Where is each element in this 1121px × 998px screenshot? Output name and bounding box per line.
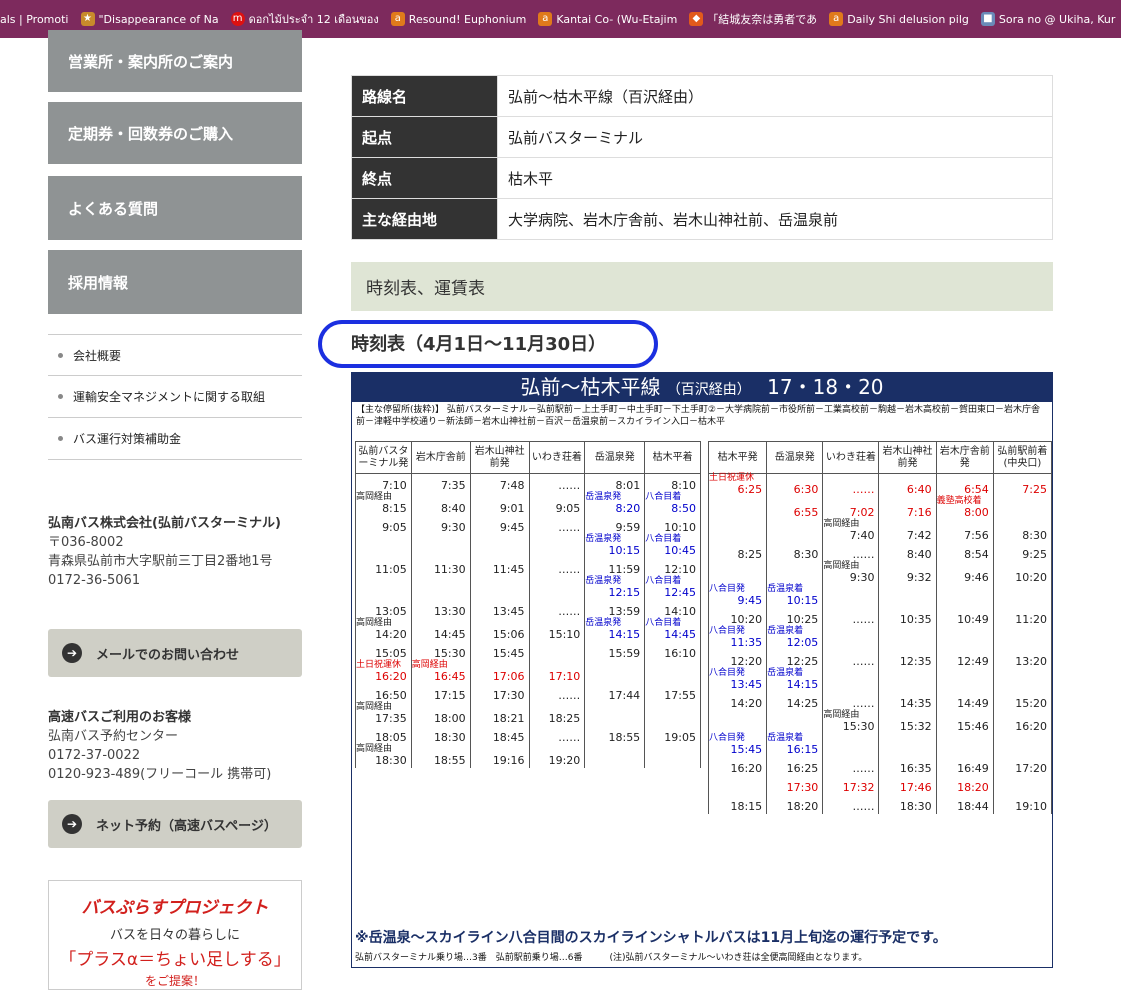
company-tel: 0172-36-5061 — [48, 573, 141, 588]
route-via: （百沢経由） — [666, 382, 751, 398]
bullet-icon — [58, 352, 63, 358]
table-row: 主な経由地 大学病院、岩木庁舎前、岩木山神社前、岳温泉前 — [351, 198, 1053, 240]
header-row: 枯木平発 岳温泉発 いわき荘着 岩木山神社前発 岩木庁舎前発 弘前駅前着(中央口… — [707, 441, 1053, 474]
route-name: 弘前～枯木平線 — [520, 375, 661, 399]
col-header: 弘前駅前着(中央口) — [992, 441, 1053, 474]
stops-list: 【主な停留所(抜粋)】 弘前バスターミナル－弘前駅前－上土手町－中土手町－下土手… — [356, 405, 1040, 427]
sidebar-button-label: 営業所・案内所のご案内 — [68, 52, 234, 71]
header-row: 弘前バスターミナル発 岩木庁舎前 岩木山神社前発 いわき荘着 岳温泉発 枯木平着 — [355, 441, 701, 474]
banner-title: バスぷらすプロジェクト — [81, 898, 269, 918]
col-header: 岩木山神社前発 — [469, 441, 530, 474]
table-row: 終点 枯木平 — [351, 157, 1053, 199]
banner-line1: バスを日々の暮らしに — [109, 928, 240, 943]
bookmark-item[interactable]: ★ "Disappearance of Na — [80, 12, 219, 26]
sidebar-button-office[interactable]: 営業所・案内所のご案内 — [48, 30, 302, 92]
link-label: バス運行対策補助金 — [73, 432, 182, 446]
highway-info: 高速バスご利用のお客様 弘南バス予約センター 0172-37-0022 0120… — [48, 708, 308, 784]
section-title: 時刻表、運賃表 — [366, 279, 485, 299]
col-header: 岳温泉発 — [766, 441, 824, 474]
row-header: 路線名 — [351, 75, 498, 117]
col-header: 岩木庁舎前発 — [935, 441, 994, 474]
table-row: 路線名 弘前～枯木平線（百沢経由） — [351, 75, 1053, 117]
bookmark-item[interactable]: a Kantai Co- (Wu-Etajim — [538, 12, 677, 26]
company-name: 弘南バス株式会社(弘前バスターミナル) — [48, 516, 281, 531]
link-label: 運輸安全マネジメントに関する取組 — [73, 390, 266, 404]
sidebar-links: 会社概要 運輸安全マネジメントに関する取組 バス運行対策補助金 — [48, 334, 302, 460]
row-value: 弘前～枯木平線（百沢経由） — [497, 75, 1053, 117]
bullet-icon — [58, 394, 63, 399]
sidebar-button-label: よくある質問 — [68, 199, 159, 218]
link-label: 会社概要 — [73, 348, 122, 363]
bookmark-item[interactable]: a Resound! Euphonium — [390, 12, 526, 26]
route-info-table: 路線名 弘前～枯木平線（百沢経由） 起点 弘前バスターミナル 終点 枯木平 主な経由地… — [351, 75, 1053, 240]
col-header: 岩木山神社前発 — [878, 441, 937, 474]
col-header: いわき荘着 — [528, 441, 586, 474]
arrow-right-icon: ➔ — [62, 814, 82, 834]
highlight-circle — [318, 320, 658, 368]
bus-plus-banner[interactable]: バスぷらすプロジェクト バスを日々の暮らしに 「プラスα＝ちょい足しする」 をご… — [48, 880, 302, 990]
banner-line2: 「プラスα＝ちょい足しする」 — [59, 950, 291, 970]
sidebar-button-faq[interactable]: よくある質問 — [48, 176, 302, 240]
col-header: 枯木平着 — [644, 441, 701, 474]
col-header: いわき荘着 — [822, 441, 880, 474]
row-header: 起点 — [351, 116, 498, 158]
row-header: 主な経由地 — [351, 198, 498, 240]
sidebar-link-subsidy[interactable]: バス運行対策補助金 — [48, 418, 302, 460]
sidebar-button-label: 採用情報 — [68, 273, 129, 292]
bookmark-item[interactable]: a Daily Shi delusion pilg — [829, 12, 969, 26]
boarding-note: 弘前バスターミナル乗り場…3番 弘前駅前乗り場…6番 (注)弘前バスターミナル～… — [355, 953, 868, 963]
route-numbers: 17・18・20 — [767, 375, 884, 399]
bookmark-icon: a — [829, 12, 844, 26]
sidebar-button-recruit[interactable]: 採用情報 — [48, 250, 302, 314]
sidebar-button-pass[interactable]: 定期券・回数券のご購入 — [48, 102, 302, 164]
section-header: 時刻表、運賃表 — [351, 262, 1053, 311]
sidebar-button-label: 定期券・回数券のご購入 — [68, 124, 234, 143]
bookmark-icon: a — [538, 12, 553, 26]
bookmark-item[interactable]: ■ Sora no @ Ukiha, Kur — [980, 12, 1115, 26]
timetable-outbound: 弘前バスターミナル発 岩木庁舎前 岩木山神社前発 いわき荘着 岳温泉発 枯木平着… — [355, 441, 701, 768]
highway-tel2: 0120-923-489(フリーコール 携帯可) — [48, 767, 272, 782]
highway-title: 高速バスご利用のお客様 — [48, 710, 192, 725]
bookmark-icon: m — [230, 12, 245, 26]
company-address: 青森県弘前市大字駅前三丁目2番地1号 — [48, 554, 273, 569]
bookmark-icon: ★ — [80, 12, 95, 26]
sidebar-link-safety[interactable]: 運輸安全マネジメントに関する取組 — [48, 376, 302, 418]
bookmark-icon: a — [390, 12, 405, 26]
button-label: ネット予約（高速バスページ） — [96, 818, 277, 834]
button-label: メールでのお問い合わせ — [96, 647, 240, 663]
col-header: 岳温泉発 — [584, 441, 646, 474]
row-header: 終点 — [351, 157, 498, 199]
bullet-icon — [58, 436, 63, 441]
banner-line3: をご提案！ — [144, 974, 205, 988]
col-header: 弘前バスターミナル発 — [355, 441, 412, 474]
timetable: 弘前～枯木平線 （百沢経由） 17・18・20 【主な停留所(抜粋)】 弘前バス… — [351, 372, 1053, 968]
table-row: 起点 弘前バスターミナル — [351, 116, 1053, 158]
timetable-header: 弘前～枯木平線 （百沢経由） 17・18・20 — [352, 373, 1052, 402]
pin-icon: ◆ — [689, 12, 704, 26]
col-header: 枯木平発 — [707, 441, 768, 474]
company-info: 弘南バス株式会社(弘前バスターミナル) 〒036-8002 青森県弘前市大字駅前… — [48, 514, 302, 590]
mail-contact-button[interactable]: ➔ メールでのお問い合わせ — [48, 629, 302, 677]
company-zip: 〒036-8002 — [48, 535, 124, 550]
col-header: 岩木庁舎前 — [410, 441, 471, 474]
row-value: 枯木平 — [497, 157, 1053, 199]
row-value: 大学病院、岩木庁舎前、岩木山神社前、岳温泉前 — [497, 198, 1053, 240]
bookmark-item[interactable]: als | Promoti — [0, 13, 69, 26]
arrow-right-icon: ➔ — [62, 643, 82, 663]
shuttle-note: ※岳温泉～スカイライン八合目間のスカイラインシャトルバスは11月上旬迄の運行予定… — [355, 930, 947, 946]
highway-center: 弘南バス予約センター — [48, 729, 179, 744]
timetable-inbound: 枯木平発 岳温泉発 いわき荘着 岩木山神社前発 岩木庁舎前発 弘前駅前着(中央口… — [707, 441, 1053, 814]
bookmark-item[interactable]: m ดอกไม้ประจำ 12 เดือนของ — [230, 10, 379, 28]
net-reserve-button[interactable]: ➔ ネット予約（高速バスページ） — [48, 800, 302, 848]
bookmark-item[interactable]: ◆ 「結城友奈は勇者であ — [689, 11, 817, 27]
highway-tel1: 0172-37-0022 — [48, 748, 141, 763]
sidebar-link-company[interactable]: 会社概要 — [48, 334, 302, 376]
row-value: 弘前バスターミナル — [497, 116, 1053, 158]
bookmark-icon: ■ — [980, 12, 995, 26]
